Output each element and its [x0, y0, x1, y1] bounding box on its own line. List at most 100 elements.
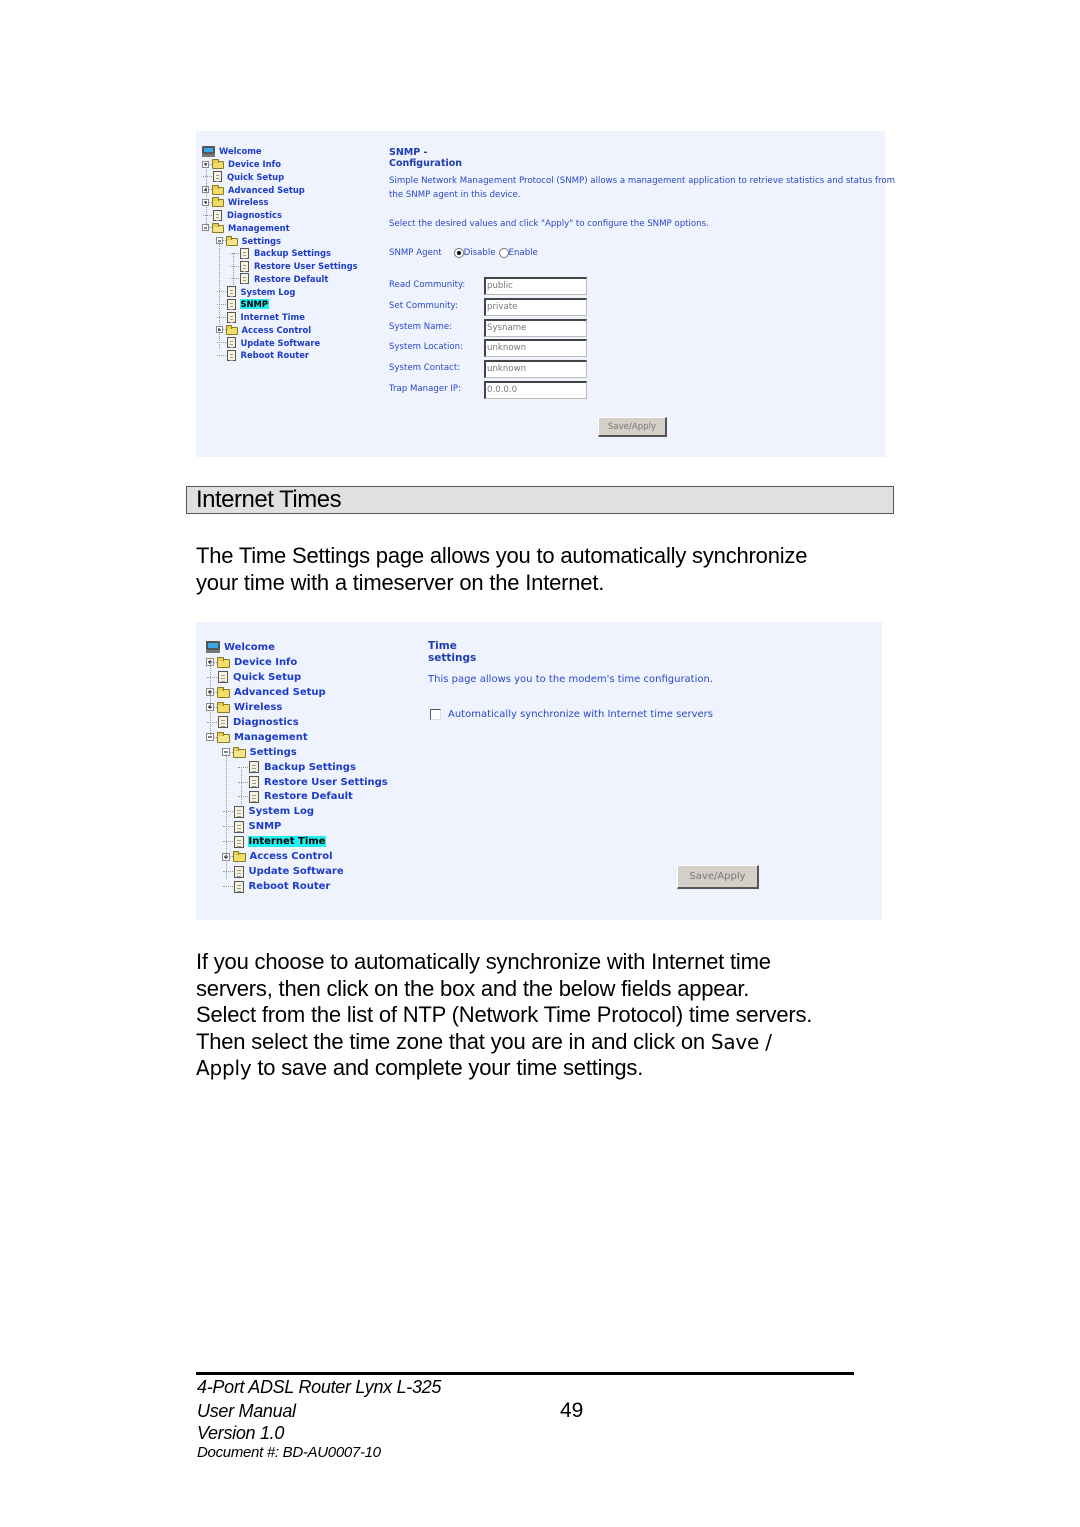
tree-item-restore-user-settings[interactable]: Restore User Settings: [237, 775, 389, 790]
snmp-agent-disable-radio[interactable]: [453, 248, 464, 258]
tree-connector: [238, 766, 248, 768]
tree-item-label[interactable]: Welcome: [218, 146, 263, 156]
tree-item-wireless[interactable]: Wireless: [206, 700, 283, 715]
folder-icon: [225, 324, 238, 335]
tree-item-label[interactable]: SNMP: [248, 821, 283, 832]
tree-item-restore-default[interactable]: Restore Default: [229, 273, 329, 286]
tree-item-restore-default[interactable]: Restore Default: [237, 790, 354, 805]
tree-item-snmp[interactable]: SNMP: [222, 819, 283, 834]
tree-item-system-log[interactable]: System Log: [216, 285, 297, 298]
tree-item-label[interactable]: Access Control: [241, 325, 313, 335]
tree-item-management[interactable]: Management: [202, 222, 291, 235]
tree-item-wireless[interactable]: Wireless: [202, 196, 269, 209]
document-icon: [226, 298, 236, 310]
tree-item-label[interactable]: Reboot Router: [248, 881, 332, 892]
snmp-agent-enable-radio[interactable]: [498, 248, 509, 258]
tree-item-label[interactable]: Advanced Setup: [233, 687, 327, 698]
system-location-input[interactable]: unknown: [484, 339, 587, 358]
tree-item-diagnostics[interactable]: Diagnostics: [202, 209, 283, 222]
trap-manager-ip-input[interactable]: 0.0.0.0: [484, 381, 587, 399]
tree-item-device-info[interactable]: Device Info: [202, 158, 282, 171]
document-icon: [249, 761, 259, 774]
tree-item-settings[interactable]: Settings: [215, 234, 283, 247]
tree-item-label[interactable]: Device Info: [233, 657, 298, 668]
tree-item-label[interactable]: Diagnostics: [232, 717, 300, 728]
tree-item-device-info[interactable]: Device Info: [206, 655, 298, 670]
tree-item-internet-time[interactable]: Internet Time: [216, 311, 306, 324]
tree-item-settings[interactable]: Settings: [221, 745, 298, 760]
save-emphasis: Save /: [710, 1029, 772, 1054]
tree-item-reboot-router[interactable]: Reboot Router: [222, 879, 332, 894]
tree-item-access-control[interactable]: Access Control: [215, 324, 313, 337]
body-line-1: If you choose to automatically synchroni…: [196, 949, 771, 974]
set-community-input[interactable]: private: [484, 297, 587, 316]
system-contact-input[interactable]: unknown: [484, 360, 587, 379]
tree-item-internet-time[interactable]: Internet Time: [222, 834, 327, 849]
tree-item-label[interactable]: Advanced Setup: [227, 185, 306, 195]
tree-item-system-log[interactable]: System Log: [222, 804, 316, 819]
tree-item-label[interactable]: Internet Time: [240, 312, 306, 322]
tree-item-label[interactable]: SNMP: [239, 299, 270, 310]
tree-item-diagnostics[interactable]: Diagnostics: [206, 715, 300, 730]
folder-icon: [212, 197, 224, 208]
tree-item-welcome[interactable]: Welcome: [202, 145, 263, 158]
tree-item-quick-setup[interactable]: Quick Setup: [202, 171, 285, 184]
tree-item-label[interactable]: Update Software: [240, 338, 322, 348]
tree-item-update-software[interactable]: Update Software: [216, 336, 322, 349]
tree-connector: [207, 721, 217, 723]
tree-connector: [216, 342, 226, 344]
tree-item-reboot-router[interactable]: Reboot Router: [216, 349, 311, 362]
tree-item-backup-settings[interactable]: Backup Settings: [229, 247, 332, 260]
folder-open-icon: [225, 235, 238, 246]
tree-item-access-control[interactable]: Access Control: [221, 849, 334, 864]
tree-item-label[interactable]: Settings: [241, 236, 283, 246]
auto-sync-label[interactable]: Automatically synchronize with Internet …: [448, 709, 713, 720]
tree-item-label[interactable]: Backup Settings: [253, 248, 332, 258]
tree-item-welcome[interactable]: Welcome: [206, 640, 276, 655]
tree-item-label[interactable]: Update Software: [248, 866, 345, 877]
tree-item-label[interactable]: Restore Default: [263, 791, 354, 802]
snmp-agent-enable-label: Enable: [508, 248, 538, 258]
tree-item-restore-user-settings[interactable]: Restore User Settings: [229, 260, 359, 273]
tree-item-label[interactable]: Reboot Router: [240, 350, 311, 360]
snmp-save-apply-button[interactable]: Save/Apply: [598, 417, 667, 437]
time-save-apply-button[interactable]: Save/Apply: [677, 865, 759, 889]
tree-item-label[interactable]: Restore Default: [253, 274, 329, 284]
system-name-input[interactable]: Sysname: [484, 318, 587, 337]
tree-item-label[interactable]: System Log: [240, 287, 297, 297]
tree-item-label[interactable]: Access Control: [249, 851, 334, 862]
tree-item-label[interactable]: Wireless: [227, 197, 269, 207]
tree-item-advanced-setup[interactable]: Advanced Setup: [202, 183, 306, 196]
tree-item-management[interactable]: Management: [206, 730, 309, 745]
tree-connector: [230, 265, 239, 267]
tree-item-label[interactable]: Management: [227, 223, 291, 233]
tree-item-label[interactable]: Diagnostics: [226, 210, 283, 220]
tree-item-label[interactable]: Quick Setup: [226, 172, 285, 182]
tree-item-snmp[interactable]: SNMP: [216, 298, 270, 311]
body-line-3: Select from the list of NTP (Network Tim…: [196, 1002, 813, 1027]
folder-icon: [212, 159, 224, 170]
tree-item-label[interactable]: Restore User Settings: [263, 777, 389, 788]
tree-connector: [222, 871, 233, 873]
snmp-config-screenshot: Welcome Device Info Quick Setup Advanced Se…: [196, 131, 895, 457]
tree-item-label[interactable]: Backup Settings: [263, 762, 357, 773]
document-icon: [218, 671, 228, 684]
document-icon: [249, 776, 259, 789]
tree-item-label[interactable]: Wireless: [233, 702, 283, 713]
tree-item-label[interactable]: Restore User Settings: [253, 261, 359, 271]
tree-item-label[interactable]: Quick Setup: [232, 672, 302, 683]
tree-item-label[interactable]: System Log: [248, 806, 316, 817]
tree-item-update-software[interactable]: Update Software: [222, 864, 345, 879]
tree-item-label[interactable]: Settings: [249, 747, 298, 758]
tree-item-label[interactable]: Internet Time: [247, 836, 327, 848]
read-community-input[interactable]: public: [484, 277, 587, 295]
time-settings-screenshot: Welcome Device Info Quick Setup Advanced Se…: [196, 622, 882, 920]
tree-item-label[interactable]: Management: [233, 732, 309, 743]
tree-connector: [230, 252, 239, 254]
tree-item-quick-setup[interactable]: Quick Setup: [206, 670, 302, 685]
tree-item-label[interactable]: Welcome: [223, 642, 276, 653]
tree-item-label[interactable]: Device Info: [227, 159, 282, 169]
tree-item-backup-settings[interactable]: Backup Settings: [237, 760, 357, 775]
auto-sync-checkbox[interactable]: [430, 709, 441, 720]
tree-item-advanced-setup[interactable]: Advanced Setup: [206, 685, 327, 700]
